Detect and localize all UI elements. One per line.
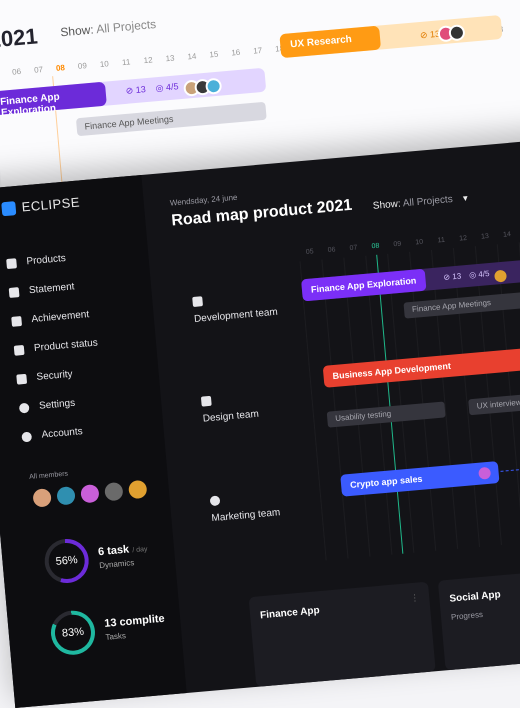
more-options-icon[interactable]: ⋮ [410, 592, 420, 604]
filter-value: All Projects [402, 193, 454, 210]
avatar[interactable] [80, 483, 100, 504]
day-label: 08 [55, 63, 66, 73]
grid-icon [6, 257, 17, 269]
task-label: Crypto app sales [349, 473, 423, 490]
user-icon [21, 431, 33, 442]
day-label: 15 [209, 49, 219, 60]
day-label: 14 [502, 231, 512, 239]
attachment-count: ⊘ 13 [443, 271, 462, 283]
stat-dynamics: 56% 6 task / day Dynamics [42, 532, 150, 585]
card-title: Social App [449, 589, 502, 605]
avatar[interactable] [492, 267, 510, 285]
stat-title: 6 task [97, 543, 130, 559]
task-bar-finance-meetings[interactable]: Finance App Meetings [75, 101, 267, 137]
roadmap-main: Wendsday, 24 june Road map product 2021 … [141, 136, 520, 693]
sidebar-menu: Products Statement Achievement Product s… [5, 242, 106, 452]
page-title: 2021 [0, 23, 39, 53]
day-label: 17 [252, 45, 263, 56]
day-label: 13 [480, 232, 490, 241]
check-circle-icon: ◎ [155, 82, 164, 94]
filter-value: All Projects [95, 17, 157, 37]
avatar[interactable] [104, 481, 124, 502]
project-card-finance[interactable]: Finance App ⋮ [248, 581, 436, 687]
terminal-icon [192, 296, 204, 308]
paperclip-icon: ⊘ [443, 272, 451, 283]
day-label: 13 [165, 53, 175, 64]
avatar[interactable] [475, 464, 494, 482]
team-label: Design team [202, 408, 260, 425]
bug-icon [200, 395, 212, 407]
progress-ring: 83% [49, 608, 97, 657]
task-bar-ux-research[interactable]: UX Research [279, 25, 382, 59]
sparkle-icon [209, 495, 221, 507]
check-circle-icon: ◎ [468, 270, 477, 280]
day-label: 09 [393, 240, 402, 249]
day-label: 06 [11, 66, 22, 77]
project-filter[interactable]: Show: All Projects [60, 17, 157, 39]
checklist-count: ◎ 4/5 [155, 81, 179, 94]
assignee-avatars[interactable] [183, 77, 223, 97]
day-label: 10 [415, 238, 424, 247]
day-label: 09 [77, 61, 88, 71]
avatar[interactable] [32, 488, 52, 508]
avatar[interactable] [127, 479, 148, 500]
paperclip-icon: ⊘ [419, 29, 428, 41]
chart-icon [13, 344, 25, 356]
filter-label: Show: [59, 22, 95, 40]
day-label: 10 [99, 59, 110, 70]
crown-icon [11, 315, 23, 327]
sidebar-item-label: Accounts [41, 426, 84, 441]
member-avatars [32, 479, 148, 508]
sidebar-item-label: Security [36, 368, 74, 383]
day-label: 11 [437, 236, 446, 245]
day-label: 16 [230, 47, 241, 58]
sidebar-item-label: Products [25, 252, 67, 268]
brand[interactable]: ECLIPSE [1, 194, 81, 216]
sidebar-item-accounts[interactable]: Accounts [20, 415, 106, 451]
avatar[interactable] [56, 486, 76, 506]
members-label: All members [28, 470, 69, 481]
progress-ring: 56% [42, 537, 91, 585]
day-label: 08 [371, 242, 380, 251]
caret-down-icon: ▼ [461, 193, 470, 204]
team-label: Marketing team [211, 507, 281, 525]
attachment-count: ⊘ 13 [125, 84, 147, 96]
checklist-count: ◎ 4/5 [468, 269, 490, 280]
bookmark-icon [8, 286, 20, 298]
stat-subtitle: Dynamics [98, 558, 135, 571]
stat-title: 13 complite [103, 612, 166, 630]
sidebar-item-label: Product status [33, 337, 99, 354]
stat-unit: / day [132, 545, 148, 555]
sidebar-item-label: Settings [38, 397, 76, 412]
gear-icon [18, 402, 30, 414]
filter-label: Show: [372, 198, 402, 212]
brand-name: ECLIPSE [21, 194, 81, 215]
stat-tasks: 83% 13 complite Tasks [49, 603, 167, 657]
eclipse-logo-icon [1, 200, 17, 216]
paperclip-icon: ⊘ [125, 85, 134, 96]
day-label: 11 [121, 57, 131, 68]
day-label: 07 [33, 65, 44, 75]
sidebar-item-label: Achievement [31, 309, 90, 326]
task-bar-finance-exploration[interactable]: Finance App Exploration [0, 81, 107, 119]
day-label: 07 [349, 244, 358, 253]
day-label: 06 [327, 246, 336, 255]
team-label: Development team [193, 306, 279, 325]
project-filter[interactable]: Show: All Projects ▼ [372, 193, 469, 212]
day-label: 05 [305, 248, 314, 256]
sidebar-item-label: Statement [28, 281, 75, 297]
team-development[interactable]: Development team [192, 290, 278, 326]
day-label: 12 [458, 234, 468, 243]
progress-percent: 83% [53, 613, 93, 653]
day-label: 12 [143, 55, 153, 66]
team-design[interactable]: Design team [200, 392, 260, 426]
roadmap-app-window: ECLIPSE Products Statement Achievement P… [0, 135, 520, 708]
progress-percent: 56% [47, 541, 87, 581]
team-marketing[interactable]: Marketing team [209, 490, 281, 525]
day-label: 14 [187, 51, 197, 62]
shield-icon [16, 373, 28, 385]
current-date: Wendsday, 24 june [169, 192, 238, 208]
project-card-social[interactable]: Social App Progress [437, 565, 520, 671]
card-title: Finance App [259, 605, 321, 622]
